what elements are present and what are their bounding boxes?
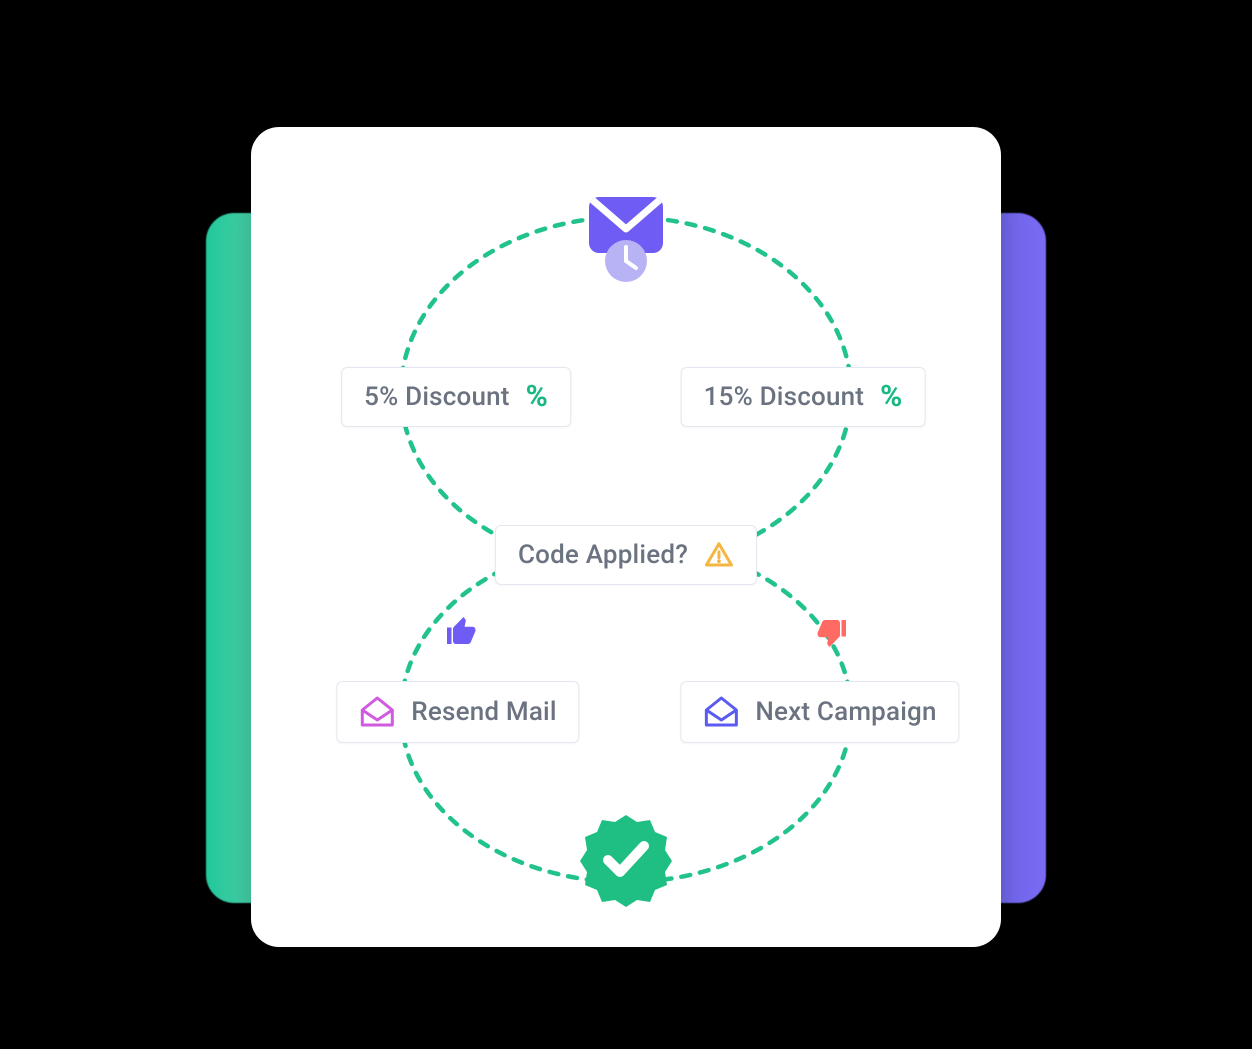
thumbs-down-icon	[813, 614, 849, 650]
option-a-node[interactable]: 5% Discount %	[341, 367, 571, 427]
thumbs-up-icon	[444, 614, 480, 650]
percent-icon: %	[880, 382, 902, 412]
condition-node[interactable]: Code Applied?	[495, 525, 757, 585]
percent-icon: %	[526, 382, 548, 412]
verified-checkmark-icon	[578, 811, 674, 907]
option-a-label: 5% Discount	[364, 382, 509, 412]
open-envelope-icon	[359, 696, 395, 728]
yes-action-node[interactable]: Resend Mail	[336, 681, 579, 743]
yes-action-label: Resend Mail	[411, 697, 556, 727]
diagram-stage: 5% Discount % 15% Discount % Code Applie…	[126, 85, 1126, 965]
option-b-node[interactable]: 15% Discount %	[681, 367, 926, 427]
no-action-label: Next Campaign	[755, 697, 936, 727]
condition-label: Code Applied?	[518, 540, 688, 570]
open-envelope-icon	[703, 696, 739, 728]
warning-icon	[704, 540, 734, 570]
no-action-node[interactable]: Next Campaign	[680, 681, 959, 743]
scheduled-envelope-icon	[581, 191, 671, 265]
flow-card: 5% Discount % 15% Discount % Code Applie…	[251, 127, 1001, 947]
option-b-label: 15% Discount	[704, 382, 864, 412]
